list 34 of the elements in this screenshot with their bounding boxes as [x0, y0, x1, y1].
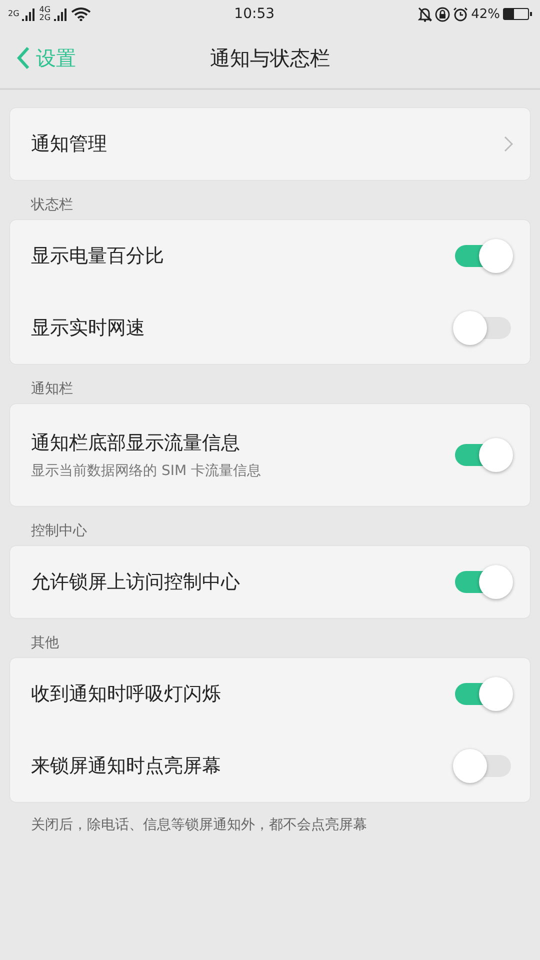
toggle-switch[interactable]: [453, 677, 513, 711]
wifi-icon: [70, 7, 91, 21]
network-label: 2G: [39, 14, 51, 22]
toggle-switch[interactable]: [453, 311, 513, 345]
network-label: 2G: [8, 10, 20, 18]
setting-label[interactable]: 允许锁屏上访问控制中心: [31, 569, 453, 595]
toggle-switch[interactable]: [453, 438, 513, 472]
signal-icon: [22, 7, 36, 21]
section-header: 状态栏: [30, 196, 74, 215]
setting-label[interactable]: 收到通知时呼吸灯闪烁: [31, 681, 453, 707]
section-header: 控制中心: [30, 522, 88, 541]
rotation-lock-icon: [435, 6, 450, 22]
network-label: 4G: [39, 6, 51, 14]
footer-note: 关闭后，除电话、信息等锁屏通知外，都不会点亮屏幕: [30, 816, 368, 834]
clock: 10:53: [234, 6, 275, 22]
signal-icon: [54, 7, 68, 21]
setting-label[interactable]: 来锁屏通知时点亮屏幕: [31, 753, 453, 779]
section-header: 通知栏: [30, 380, 74, 399]
toggle-switch[interactable]: [453, 239, 513, 273]
chevron-icon: [504, 136, 513, 152]
alarm-icon: [453, 6, 468, 22]
toggle-switch[interactable]: [453, 565, 513, 599]
bell-off-icon: [418, 6, 432, 22]
setting-description: 显示当前数据网络的 SIM 卡流量信息: [31, 462, 262, 480]
page-title: 通知与状态栏: [210, 44, 330, 72]
setting-label[interactable]: 通知栏底部显示流量信息: [31, 430, 453, 456]
setting-label[interactable]: 显示实时网速: [31, 315, 453, 341]
battery-percent: 42%: [471, 6, 500, 22]
setting-label[interactable]: 显示电量百分比: [31, 243, 453, 269]
section-header: 其他: [30, 634, 60, 653]
toggle-switch[interactable]: [453, 749, 513, 783]
battery-icon: [502, 8, 529, 20]
setting-label[interactable]: 通知管理: [31, 131, 504, 157]
back-icon: [16, 46, 30, 70]
